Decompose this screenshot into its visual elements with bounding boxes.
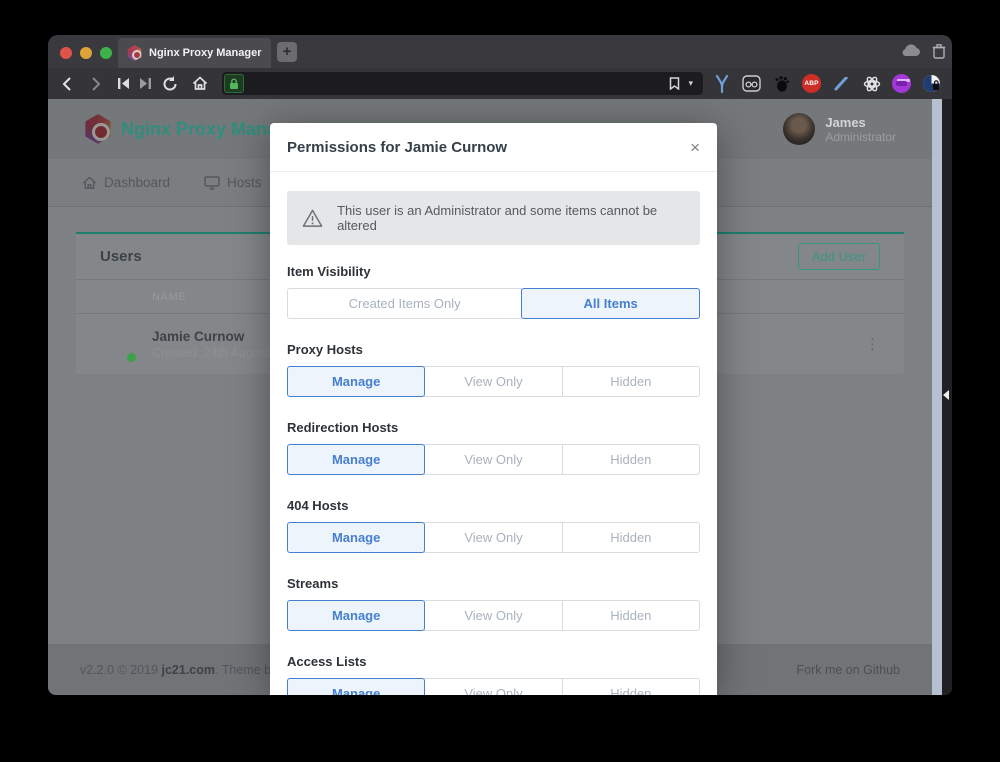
session-forward-icon[interactable] [133, 68, 157, 99]
browser-window: Nginx Proxy Manager + [48, 35, 952, 695]
footer-jc21-link[interactable]: jc21.com [162, 663, 216, 677]
tab-title: Nginx Proxy Manager [149, 47, 261, 59]
access-lists-view-only[interactable]: View Only [424, 678, 562, 695]
npm-favicon-icon [127, 45, 142, 61]
nav-item-dashboard[interactable]: Dashboard [82, 175, 170, 190]
user-name: James [825, 115, 896, 130]
admin-alert: This user is an Administrator and some i… [287, 191, 700, 245]
users-card-title: Users [100, 248, 142, 265]
browser-toolbar: ▾ ABP [48, 68, 952, 99]
add-user-button[interactable]: Add User [798, 243, 880, 270]
footer-github-link[interactable]: Fork me on Github [796, 663, 900, 677]
edge-arrow-icon [943, 390, 949, 400]
redirection-hosts-manage[interactable]: Manage [287, 444, 425, 475]
label-item-visibility: Item Visibility [287, 264, 700, 279]
streams-view-only[interactable]: View Only [424, 600, 562, 631]
label-proxy-hosts: Proxy Hosts [287, 342, 700, 357]
segment-redirection-hosts: Manage View Only Hidden [287, 444, 700, 475]
back-button[interactable] [54, 68, 78, 99]
modal-close-icon[interactable]: × [690, 139, 700, 156]
column-name: NAME [152, 291, 186, 303]
npm-logo-icon [84, 114, 112, 144]
page-viewport: Nginx Proxy Manager James Administrator … [48, 99, 952, 695]
segment-404-hosts: Manage View Only Hidden [287, 522, 700, 553]
permissions-modal: Permissions for Jamie Curnow × This user… [270, 123, 717, 695]
streams-manage[interactable]: Manage [287, 600, 425, 631]
window-minimize-button[interactable] [80, 47, 92, 59]
browser-tab[interactable]: Nginx Proxy Manager [118, 38, 271, 68]
window-close-button[interactable] [60, 47, 72, 59]
session-back-icon[interactable] [111, 68, 135, 99]
extension-pin-icon[interactable] [711, 73, 732, 94]
warning-icon [302, 208, 323, 228]
new-tab-button[interactable]: + [277, 42, 297, 62]
admin-alert-text: This user is an Administrator and some i… [337, 203, 685, 233]
segment-streams: Manage View Only Hidden [287, 600, 700, 631]
label-access-lists: Access Lists [287, 654, 700, 669]
404-hosts-hidden[interactable]: Hidden [562, 522, 700, 553]
user-role: Administrator [825, 130, 896, 144]
bookmark-caret-icon[interactable]: ▾ [688, 78, 693, 89]
user-avatar [783, 113, 815, 145]
home-button[interactable] [188, 68, 212, 99]
extension-adblock-icon[interactable]: ABP [801, 73, 822, 94]
label-streams: Streams [287, 576, 700, 591]
proxy-hosts-hidden[interactable]: Hidden [562, 366, 700, 397]
streams-hidden[interactable]: Hidden [562, 600, 700, 631]
modal-title: Permissions for Jamie Curnow [287, 139, 507, 156]
option-created-items-only[interactable]: Created Items Only [287, 288, 522, 319]
footer-version: v2.2.0 © 2019 jc21.com. Theme by Tab [80, 663, 301, 677]
reload-button[interactable] [158, 68, 182, 99]
https-lock-icon[interactable] [224, 74, 244, 93]
extension-gnome-foot-icon[interactable] [771, 73, 792, 94]
access-lists-hidden[interactable]: Hidden [562, 678, 700, 695]
segment-access-lists: Manage View Only Hidden [287, 678, 700, 695]
redirection-hosts-view-only[interactable]: View Only [424, 444, 562, 475]
extension-blocker-icon[interactable] [921, 73, 942, 94]
redirection-hosts-hidden[interactable]: Hidden [562, 444, 700, 475]
online-status-dot [126, 352, 137, 363]
segment-item-visibility: Created Items Only All Items [287, 288, 700, 319]
row-menu-icon[interactable]: ⋮ [865, 335, 880, 353]
forward-button[interactable] [84, 68, 108, 99]
extension-container-icon[interactable] [741, 73, 762, 94]
extension-settings-icon[interactable] [861, 73, 882, 94]
user-menu[interactable]: James Administrator [783, 113, 896, 145]
extension-purple-icon[interactable] [891, 73, 912, 94]
extension-pen-icon[interactable] [831, 73, 852, 94]
segment-proxy-hosts: Manage View Only Hidden [287, 366, 700, 397]
url-bar[interactable]: ▾ [222, 72, 703, 95]
browser-tab-bar: Nginx Proxy Manager + [48, 35, 952, 68]
option-all-items[interactable]: All Items [521, 288, 700, 319]
404-hosts-view-only[interactable]: View Only [424, 522, 562, 553]
404-hosts-manage[interactable]: Manage [287, 522, 425, 553]
access-lists-manage[interactable]: Manage [287, 678, 425, 695]
trash-icon[interactable] [932, 43, 946, 59]
bookmark-flag-icon[interactable] [669, 77, 680, 90]
scrollbar[interactable] [932, 99, 942, 695]
proxy-hosts-manage[interactable]: Manage [287, 366, 425, 397]
window-zoom-button[interactable] [100, 47, 112, 59]
label-redirection-hosts: Redirection Hosts [287, 420, 700, 435]
window-right-edge [942, 99, 952, 695]
proxy-hosts-view-only[interactable]: View Only [424, 366, 562, 397]
label-404-hosts: 404 Hosts [287, 498, 700, 513]
sync-cloud-icon[interactable] [901, 43, 921, 57]
nav-item-hosts[interactable]: Hosts [204, 175, 262, 190]
